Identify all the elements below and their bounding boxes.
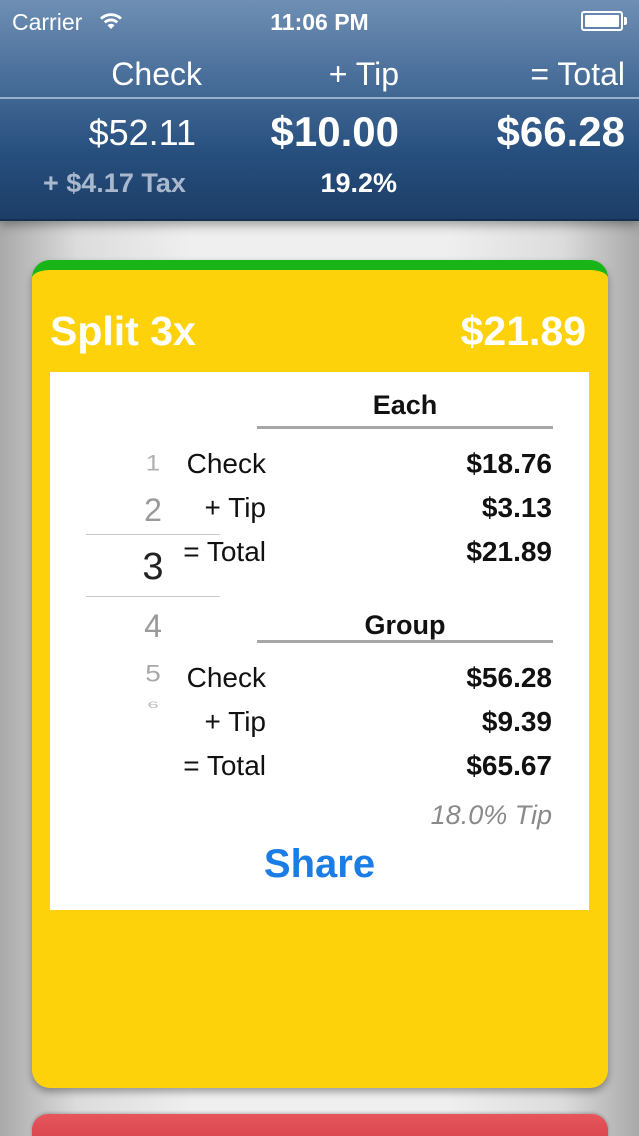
total-amount: $66.28 bbox=[496, 108, 625, 155]
each-check-value: $18.76 bbox=[466, 448, 552, 479]
summary-header: Carrier 11:06 PM Check + Tip = Total $52… bbox=[0, 0, 639, 221]
group-tip-note: 18.0% Tip bbox=[430, 800, 552, 830]
group-title: Group bbox=[364, 610, 446, 640]
summary-values: $52.11 $10.00 $66.28 bbox=[0, 108, 639, 158]
each-tip-label: + Tip bbox=[204, 492, 266, 523]
group-tip-label: + Tip bbox=[204, 706, 266, 737]
picker-option[interactable]: 4 bbox=[86, 608, 220, 645]
each-check-label: Check bbox=[186, 448, 266, 479]
tip-label: + Tip bbox=[328, 56, 399, 92]
group-total-value: $65.67 bbox=[466, 750, 552, 781]
status-bar: Carrier 11:06 PM bbox=[0, 0, 639, 40]
tip-amount[interactable]: $10.00 bbox=[271, 108, 399, 156]
split-title: Split 3x bbox=[50, 308, 196, 354]
next-card-peek[interactable] bbox=[32, 1114, 608, 1136]
tax-amount[interactable]: + $4.17 Tax bbox=[43, 168, 186, 199]
each-tip-value: $3.13 bbox=[481, 492, 552, 523]
header-divider bbox=[0, 97, 639, 99]
battery-icon bbox=[581, 11, 627, 31]
each-title: Each bbox=[372, 390, 438, 420]
picker-selection-line bbox=[86, 596, 220, 597]
group-check-value: $56.28 bbox=[466, 662, 552, 693]
summary-labels: Check + Tip = Total bbox=[0, 56, 639, 96]
each-rule bbox=[257, 426, 553, 429]
group-total-label: = Total bbox=[183, 750, 266, 781]
check-label: Check bbox=[111, 56, 202, 92]
picker-selection-line bbox=[86, 534, 220, 535]
check-amount[interactable]: $52.11 bbox=[89, 112, 196, 154]
each-total-value: $21.89 bbox=[466, 536, 552, 567]
group-check-label: Check bbox=[186, 662, 266, 693]
picker-option[interactable]: 2 bbox=[86, 492, 220, 529]
split-details-panel: 1 2 3 4 5 6 Each Check $18.76 + Tip $3.1… bbox=[50, 372, 589, 910]
tip-percent[interactable]: 19.2% bbox=[320, 168, 397, 199]
picker-option[interactable]: 6 bbox=[86, 700, 220, 710]
split-amount: $21.89 bbox=[460, 308, 586, 354]
total-label: = Total bbox=[530, 56, 625, 92]
group-rule bbox=[257, 640, 553, 643]
clock: 11:06 PM bbox=[270, 9, 369, 35]
share-button[interactable]: Share bbox=[50, 842, 589, 887]
each-total-label: = Total bbox=[183, 536, 266, 567]
group-tip-value: $9.39 bbox=[481, 706, 552, 737]
split-card: Split 3x $21.89 1 2 3 4 5 6 Each Check $… bbox=[32, 260, 608, 1088]
